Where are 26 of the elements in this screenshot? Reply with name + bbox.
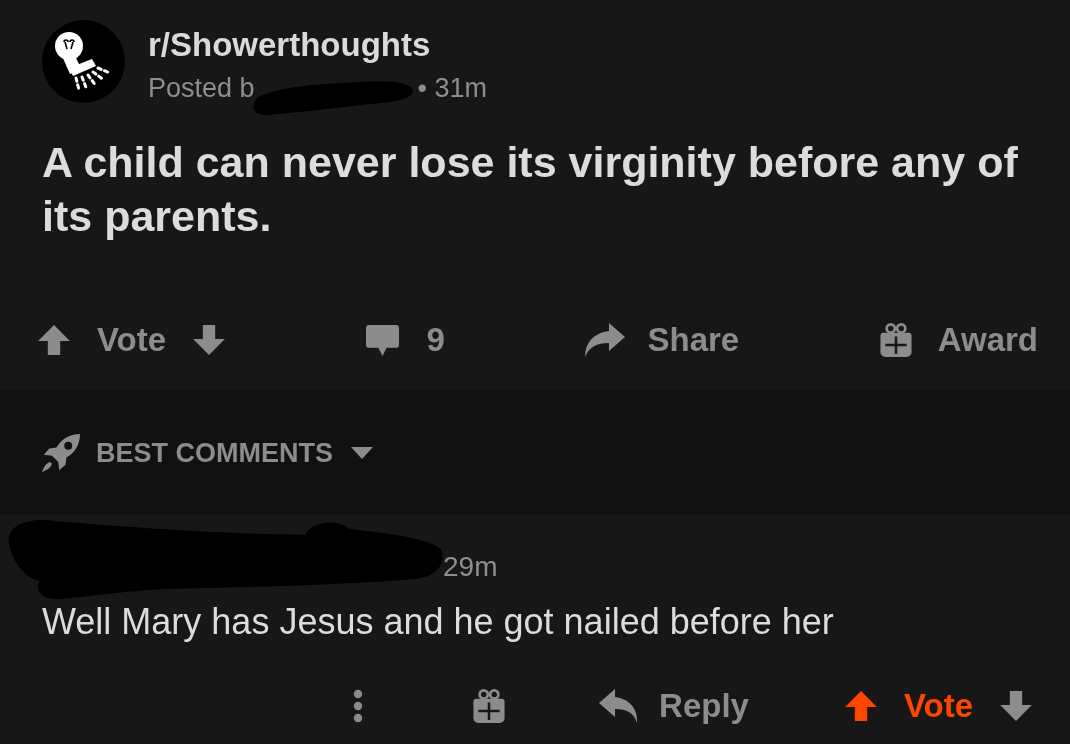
rocket-icon <box>42 433 80 472</box>
gift-icon[interactable] <box>473 689 506 723</box>
up-arrow-icon[interactable] <box>844 691 877 721</box>
post-title: A child can never lose its virginity before any of its parents. <box>41 137 1019 242</box>
comments-button[interactable]: 9 <box>365 320 445 360</box>
subreddit-name[interactable]: r/Showerthoughts <box>148 25 488 65</box>
sort-button[interactable]: BEST COMMENTS <box>42 433 373 472</box>
reply-arrow-icon <box>599 689 640 723</box>
award-button[interactable]: Award <box>879 320 1038 360</box>
comment-bubble-icon <box>365 324 399 356</box>
posted-by-text: Posted b <box>148 72 255 105</box>
gift-icon <box>879 323 912 357</box>
reply-button[interactable]: Reply <box>599 686 749 726</box>
post-age: • 31m <box>417 72 488 105</box>
share-button[interactable]: Share <box>585 320 740 360</box>
up-arrow-icon[interactable] <box>38 325 70 355</box>
down-arrow-icon[interactable] <box>1000 691 1032 721</box>
caret-down-icon <box>351 446 373 459</box>
down-arrow-icon[interactable] <box>193 325 226 355</box>
comment-text: Well Mary has Jesus and he got nailed before her <box>41 601 835 643</box>
vote-label: Vote <box>903 686 973 726</box>
curved-arrow-icon <box>585 323 626 357</box>
vote-label: Vote <box>97 320 167 360</box>
more-dots-icon[interactable] <box>353 689 364 723</box>
comment-age: 29m <box>443 550 498 584</box>
bulb-shower-icon <box>42 20 125 103</box>
